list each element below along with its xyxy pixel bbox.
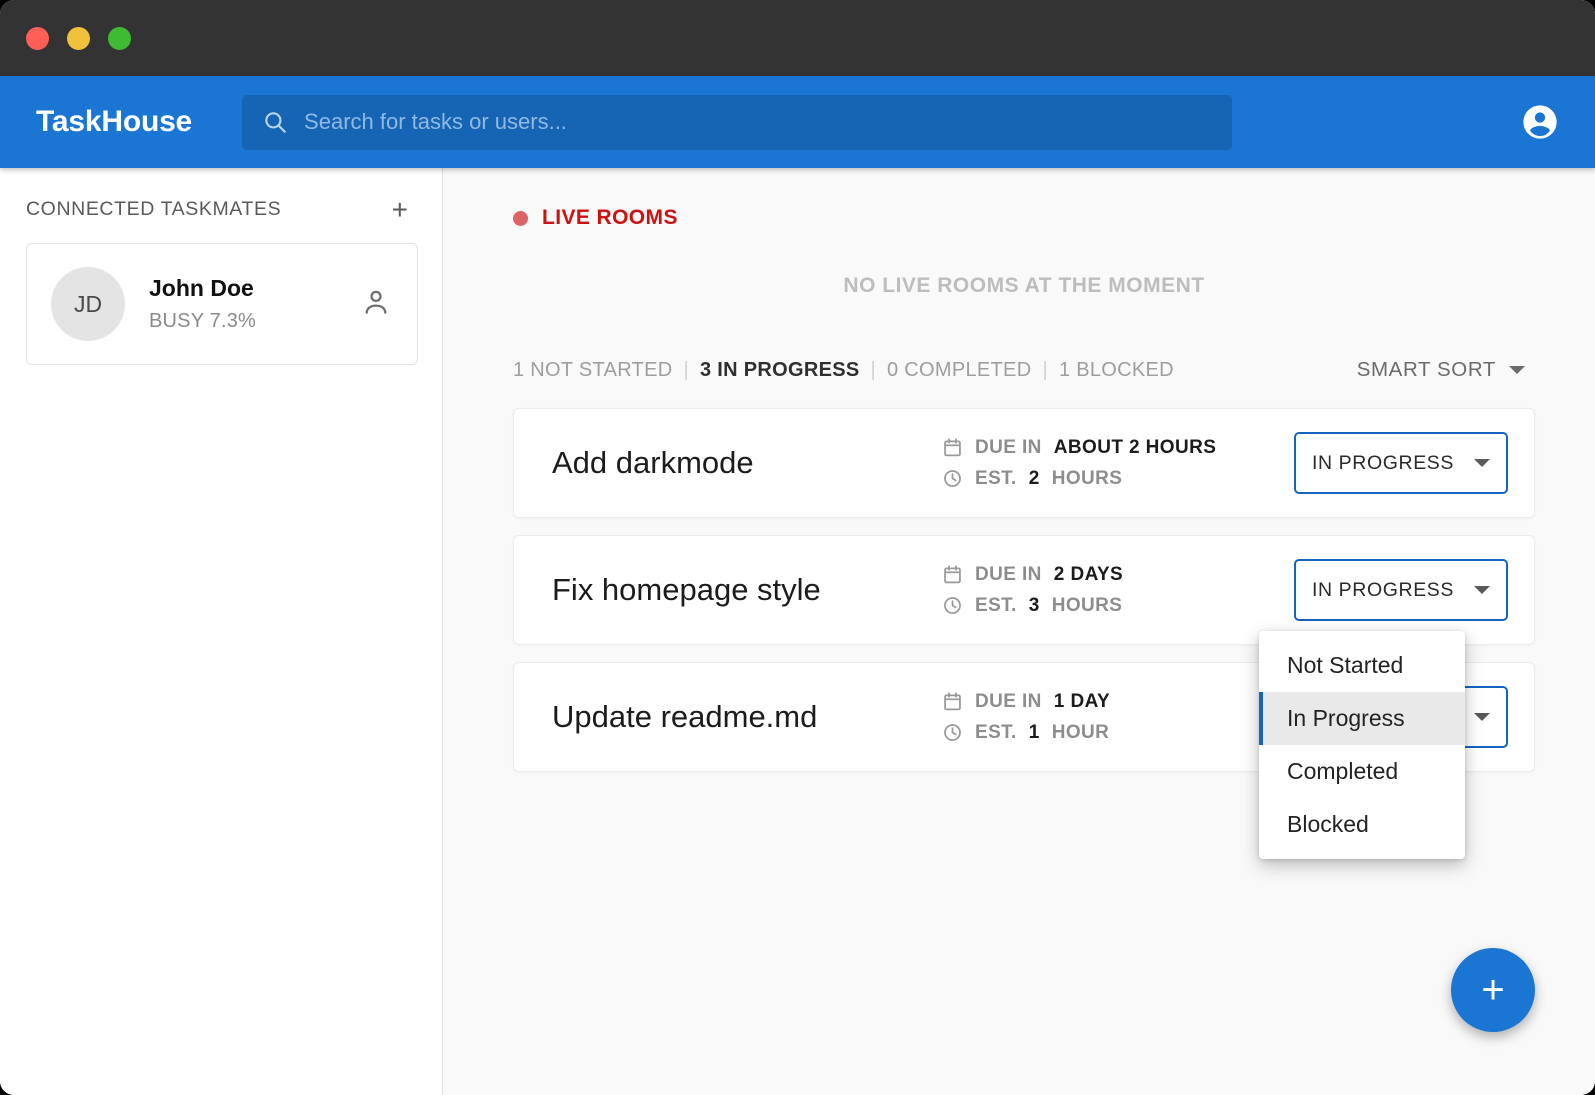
task-estimate-prefix: EST. <box>975 594 1017 616</box>
task-status-label: IN PROGRESS <box>1311 451 1455 474</box>
clock-icon <box>942 468 963 489</box>
close-window-button[interactable] <box>26 26 49 50</box>
chevron-down-icon <box>1509 366 1525 374</box>
clock-icon <box>942 595 963 616</box>
search-bar[interactable]: Search for tasks or users... <box>242 94 1233 150</box>
smart-sort-label: SMART SORT <box>1356 358 1496 381</box>
task-estimate-unit: HOUR <box>1051 721 1110 743</box>
task-meta: DUE IN 1 DAY EST. 1 HOUR <box>942 691 1294 744</box>
app-header: TaskHouse Search for tasks or users... <box>0 76 1595 168</box>
smart-sort-dropdown[interactable]: SMART SORT <box>1357 358 1525 382</box>
app-title: TaskHouse <box>36 105 193 138</box>
task-due: DUE IN 1 DAY <box>942 691 1294 713</box>
stat-separator: | <box>1042 358 1048 381</box>
task-estimate: EST. 2 HOURS <box>942 468 1294 490</box>
task-due: DUE IN ABOUT 2 HOURS <box>942 437 1294 459</box>
task-due-prefix: DUE IN <box>975 563 1042 585</box>
live-rooms-header: LIVE ROOMS <box>513 206 1535 230</box>
person-icon[interactable] <box>361 287 391 322</box>
status-option-completed[interactable]: Completed <box>1259 745 1465 798</box>
status-option-in-progress[interactable]: In Progress <box>1259 692 1465 745</box>
task-due-prefix: DUE IN <box>975 436 1042 458</box>
task-due-prefix: DUE IN <box>975 690 1042 712</box>
stat-blocked: 1 BLOCKED <box>1058 358 1174 381</box>
sidebar-title: CONNECTED TASKMATES <box>26 198 282 220</box>
task-row[interactable]: Add darkmode DUE IN ABOUT 2 HOURS EST. 2… <box>513 408 1535 518</box>
app-window: TaskHouse Search for tasks or users... C… <box>0 0 1595 1095</box>
stat-in-progress: 3 IN PROGRESS <box>700 358 860 381</box>
task-due-value: ABOUT 2 HOURS <box>1053 436 1217 458</box>
task-estimate-value: 2 <box>1028 467 1040 489</box>
taskmate-name: John Doe <box>149 275 254 301</box>
chevron-down-icon <box>1474 586 1491 594</box>
task-title: Update readme.md <box>552 699 818 734</box>
task-estimate-value: 1 <box>1028 721 1040 743</box>
task-title: Fix homepage style <box>552 572 821 607</box>
task-status-button[interactable]: IN PROGRESS <box>1294 432 1508 494</box>
search-input[interactable]: Search for tasks or users... <box>304 109 567 135</box>
task-estimate-unit: HOURS <box>1051 467 1123 489</box>
chevron-down-icon <box>1474 459 1491 467</box>
task-meta: DUE IN ABOUT 2 HOURS EST. 2 HOURS <box>942 437 1294 490</box>
task-due-value: 2 DAYS <box>1053 563 1124 585</box>
task-stats-row: 1 NOT STARTED | 3 IN PROGRESS | 0 COMPLE… <box>513 358 1535 382</box>
task-estimate: EST. 3 HOURS <box>942 595 1294 617</box>
status-dropdown-menu[interactable]: Not Started In Progress Completed Blocke… <box>1259 631 1465 859</box>
live-rooms-label: LIVE ROOMS <box>542 206 678 229</box>
calendar-icon <box>942 437 963 458</box>
sidebar: CONNECTED TASKMATES + JD John Doe BUSY 7… <box>0 168 443 1095</box>
task-stats: 1 NOT STARTED | 3 IN PROGRESS | 0 COMPLE… <box>513 359 1174 382</box>
minimize-window-button[interactable] <box>67 26 90 50</box>
task-estimate-value: 3 <box>1028 594 1040 616</box>
sidebar-header: CONNECTED TASKMATES + <box>26 195 418 223</box>
task-due: DUE IN 2 DAYS <box>942 564 1294 586</box>
plus-icon: + <box>1481 968 1505 1012</box>
live-rooms-empty-message: NO LIVE ROOMS AT THE MOMENT <box>843 274 1205 297</box>
stat-completed: 0 COMPLETED <box>887 358 1032 381</box>
calendar-icon <box>942 691 963 712</box>
task-estimate: EST. 1 HOUR <box>942 722 1294 744</box>
task-estimate-prefix: EST. <box>975 721 1017 743</box>
add-taskmate-button[interactable]: + <box>392 195 408 223</box>
taskmate-status: BUSY 7.3% <box>149 310 257 332</box>
taskmate-info: John Doe BUSY 7.3% <box>149 275 256 333</box>
clock-icon <box>942 722 963 743</box>
account-icon[interactable] <box>1519 101 1561 143</box>
task-due-value: 1 DAY <box>1053 690 1111 712</box>
avatar: JD <box>51 267 125 341</box>
task-estimate-unit: HOURS <box>1051 594 1123 616</box>
stat-separator: | <box>870 358 876 381</box>
add-task-button[interactable]: + <box>1451 948 1535 1032</box>
chevron-down-icon <box>1474 713 1491 721</box>
status-option-not-started[interactable]: Not Started <box>1259 639 1465 692</box>
live-indicator-icon <box>513 210 528 226</box>
calendar-icon <box>942 564 963 585</box>
maximize-window-button[interactable] <box>108 26 131 50</box>
stat-separator: | <box>683 358 689 381</box>
task-status-button[interactable]: IN PROGRESS <box>1294 559 1508 621</box>
window-titlebar <box>0 0 1595 76</box>
task-meta: DUE IN 2 DAYS EST. 3 HOURS <box>942 564 1294 617</box>
task-row[interactable]: Fix homepage style DUE IN 2 DAYS EST. 3 … <box>513 535 1535 645</box>
task-title: Add darkmode <box>552 445 754 480</box>
task-status-label: IN PROGRESS <box>1311 578 1455 601</box>
stat-not-started: 1 NOT STARTED <box>513 358 673 381</box>
taskmate-card[interactable]: JD John Doe BUSY 7.3% <box>26 243 418 365</box>
search-icon <box>262 109 288 135</box>
task-estimate-prefix: EST. <box>975 467 1017 489</box>
status-option-blocked[interactable]: Blocked <box>1259 798 1465 851</box>
